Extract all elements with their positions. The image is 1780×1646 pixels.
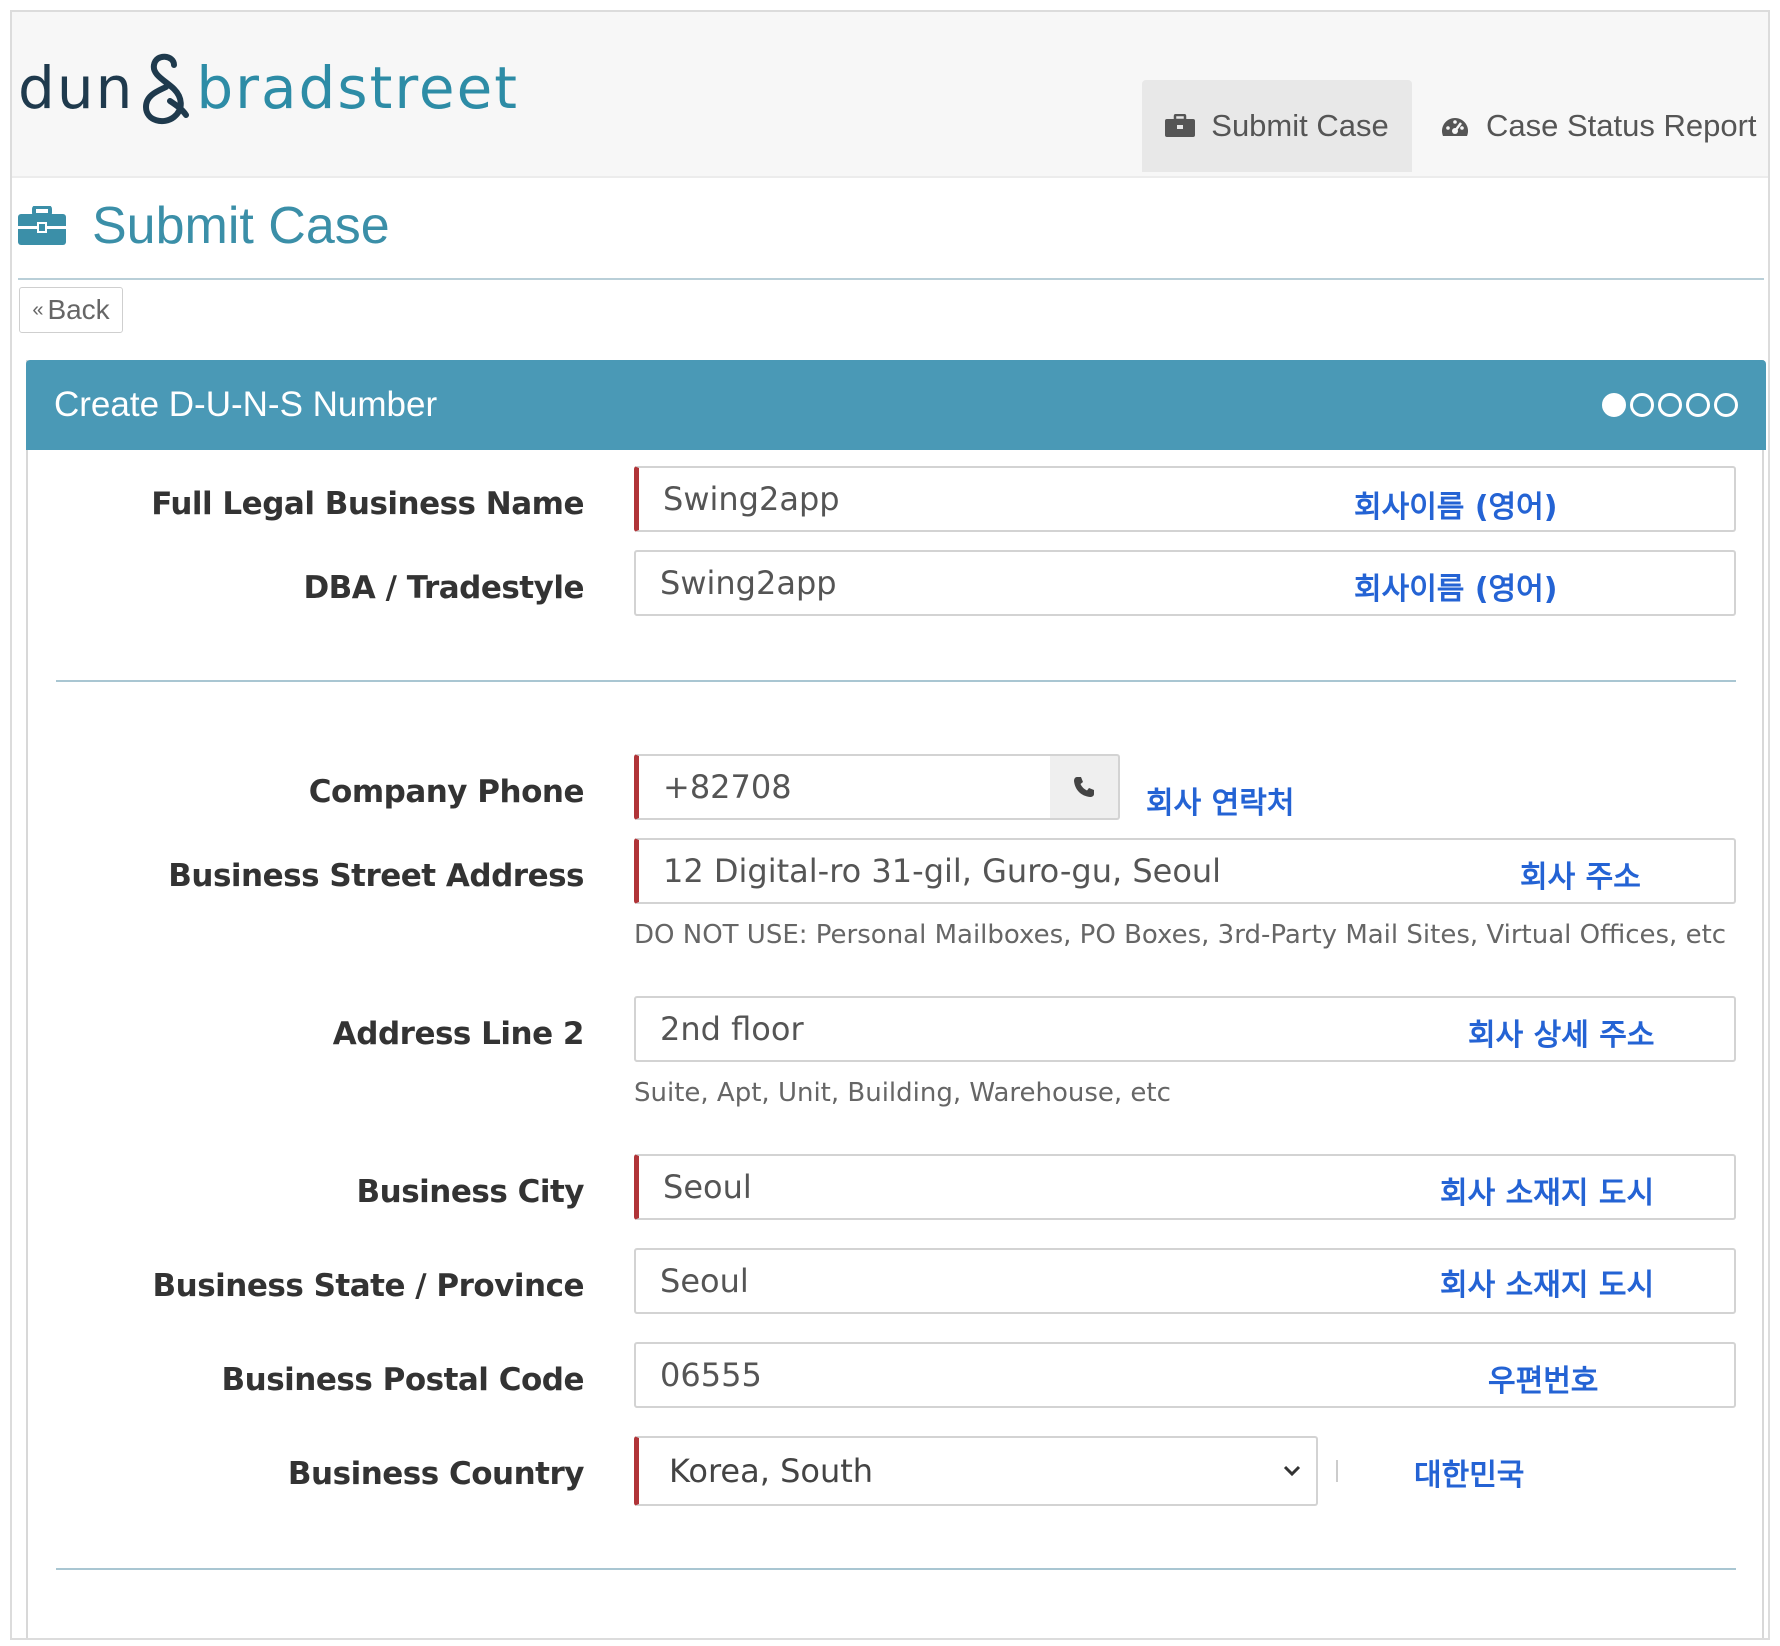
section-divider — [56, 680, 1736, 682]
phone-value: +82708 — [663, 768, 792, 806]
briefcase-icon — [1165, 114, 1196, 138]
double-chevron-left-icon: « — [32, 298, 44, 321]
line2-note: 회사 상세 주소 — [1468, 1018, 1655, 1053]
postal-label: Business Postal Code — [221, 1362, 585, 1398]
back-button[interactable]: « Back — [19, 287, 123, 333]
line2-label: Address Line 2 — [332, 1016, 585, 1052]
section-divider — [56, 1568, 1736, 1570]
tab-submit-case[interactable]: Submit Case — [1142, 80, 1412, 172]
panel-title: Create D-U-N-S Number — [54, 385, 438, 424]
legal-name-input[interactable]: Swing2app — [634, 466, 1736, 532]
form-panel: Create D-U-N-S Number Full Legal Busines… — [26, 360, 1766, 1638]
step-dot — [1658, 393, 1682, 417]
page-heading: Submit Case — [18, 190, 390, 262]
state-label: Business State / Province — [152, 1268, 585, 1304]
brand-part2: bradstreet — [196, 54, 520, 122]
country-note: 대한민국 — [1414, 1458, 1525, 1493]
app-window: dun bradstreet Submit Case Case Status R… — [10, 10, 1770, 1640]
phone-note: 회사 연락처 — [1146, 786, 1295, 821]
city-label: Business City — [356, 1174, 585, 1210]
city-value: Seoul — [663, 1168, 752, 1206]
tab-case-status-report[interactable]: Case Status Report — [1432, 80, 1762, 172]
street-label: Business Street Address — [168, 858, 584, 894]
step-dot-active — [1602, 393, 1626, 417]
street-note: 회사 주소 — [1520, 860, 1641, 895]
dba-input[interactable]: Swing2app — [634, 550, 1736, 616]
legal-name-label: Full Legal Business Name — [151, 486, 584, 522]
phone-addon — [1050, 754, 1120, 820]
ampersand-logo-icon — [143, 53, 190, 125]
phone-input[interactable]: +82708 — [634, 754, 1052, 820]
step-dot — [1714, 393, 1738, 417]
chevron-down-icon — [1283, 1465, 1301, 1477]
phone-label: Company Phone — [308, 774, 585, 810]
page-title: Submit Case — [92, 197, 390, 255]
select-separator — [1336, 1460, 1338, 1482]
step-dot — [1686, 393, 1710, 417]
step-indicator — [1602, 393, 1738, 417]
street-hint: DO NOT USE: Personal Mailboxes, PO Boxes… — [634, 920, 1727, 950]
dba-note: 회사이름 (영어) — [1354, 572, 1558, 607]
line2-hint: Suite, Apt, Unit, Building, Warehouse, e… — [634, 1078, 1171, 1108]
line2-value: 2nd floor — [660, 1010, 804, 1048]
postal-value: 06555 — [660, 1356, 762, 1394]
country-select[interactable]: Korea, South — [634, 1436, 1318, 1506]
top-navbar: dun bradstreet Submit Case Case Status R… — [12, 12, 1768, 178]
legal-name-value: Swing2app — [663, 480, 840, 518]
heading-divider — [18, 278, 1764, 280]
tab-submit-case-label: Submit Case — [1211, 108, 1389, 143]
dashboard-icon — [1440, 114, 1470, 138]
state-note: 회사 소재지 도시 — [1440, 1268, 1655, 1303]
brand-part1: dun — [18, 54, 135, 122]
brand-logo[interactable]: dun bradstreet — [18, 48, 519, 128]
phone-icon — [1074, 777, 1094, 797]
back-button-label: Back — [47, 294, 110, 325]
state-value: Seoul — [660, 1262, 749, 1300]
legal-name-note: 회사이름 (영어) — [1354, 490, 1558, 525]
postal-note: 우편번호 — [1488, 1364, 1599, 1399]
dba-label: DBA / Tradestyle — [303, 570, 584, 606]
country-label: Business Country — [287, 1456, 585, 1492]
briefcase-icon — [18, 206, 66, 246]
country-value: Korea, South — [669, 1452, 874, 1490]
city-note: 회사 소재지 도시 — [1440, 1176, 1655, 1211]
dba-value: Swing2app — [660, 564, 837, 602]
panel-header: Create D-U-N-S Number — [26, 360, 1766, 450]
tab-case-status-report-label: Case Status Report — [1486, 108, 1757, 143]
step-dot — [1630, 393, 1654, 417]
street-value: 12 Digital-ro 31-gil, Guro-gu, Seoul — [663, 852, 1222, 890]
